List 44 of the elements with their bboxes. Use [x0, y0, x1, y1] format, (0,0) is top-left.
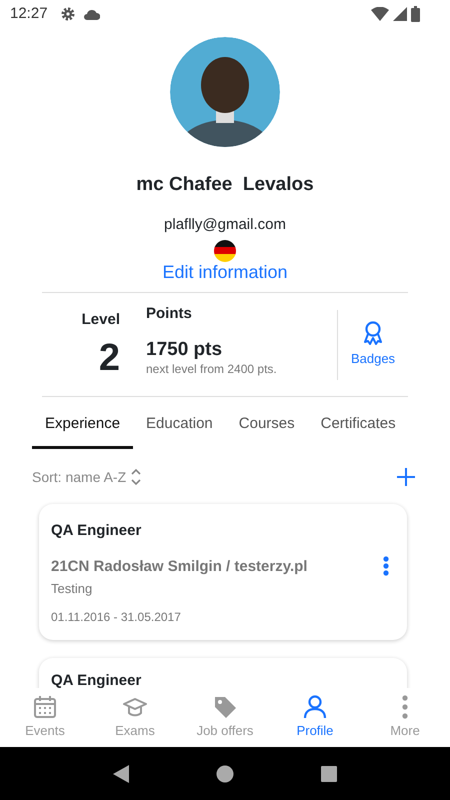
points-label: Points: [146, 304, 193, 324]
tab[interactable]: Education: [133, 407, 226, 448]
user-name: mc Chafee Levalos: [135, 173, 315, 197]
job-title: QA Engineer: [51, 520, 142, 540]
level-label: Level: [80, 310, 120, 330]
nav-tab[interactable]: More: [360, 688, 450, 747]
nav-tab[interactable]: Exams: [90, 688, 180, 747]
level-value: 2: [98, 338, 120, 380]
sort-icon: [130, 468, 142, 486]
tab[interactable]: Courses: [226, 407, 308, 448]
wifi-icon: [371, 7, 389, 21]
tab[interactable]: Certificates: [308, 407, 409, 448]
more-icon: [402, 694, 408, 719]
cloud-icon: [84, 8, 100, 20]
calendar-icon: [33, 694, 57, 719]
next-level-hint: next level from 2400 pts.: [146, 361, 278, 378]
plus-icon: [396, 467, 416, 487]
badges-button[interactable]: Badges: [338, 320, 408, 368]
signal-icon: [393, 7, 407, 21]
company-name: 21CN Radosław Smilgin / testerzy.pl: [51, 557, 308, 577]
more-options-button[interactable]: [383, 556, 389, 576]
home-icon[interactable]: [216, 764, 234, 782]
recents-icon[interactable]: [320, 766, 337, 782]
nav-tab[interactable]: Job offers: [180, 688, 270, 747]
battery-icon: [411, 6, 420, 22]
add-button[interactable]: [396, 467, 416, 487]
edit-information-link[interactable]: Edit information: [162, 262, 288, 282]
status-time: 12:27: [10, 4, 48, 24]
date-range: 01.11.2016 - 31.05.2017: [51, 609, 182, 626]
job-title: QA Engineer: [51, 671, 142, 688]
job-field: Testing: [51, 578, 395, 598]
back-icon[interactable]: [113, 764, 130, 782]
settings-icon: [60, 6, 76, 22]
points-value: 1750 pts: [146, 340, 224, 360]
person-icon: [303, 694, 327, 719]
nav-tab[interactable]: Profile: [270, 688, 360, 747]
more-icon: [383, 556, 389, 576]
sort-button[interactable]: Sort: name A-Z: [32, 466, 142, 488]
tag-icon: [213, 694, 237, 719]
tab[interactable]: Experience: [32, 407, 134, 448]
user-email: plaflly@gmail.com: [163, 214, 287, 234]
nav-tab[interactable]: Events: [0, 688, 90, 747]
flag-icon: [214, 240, 236, 262]
ribbon-icon: [362, 320, 384, 345]
